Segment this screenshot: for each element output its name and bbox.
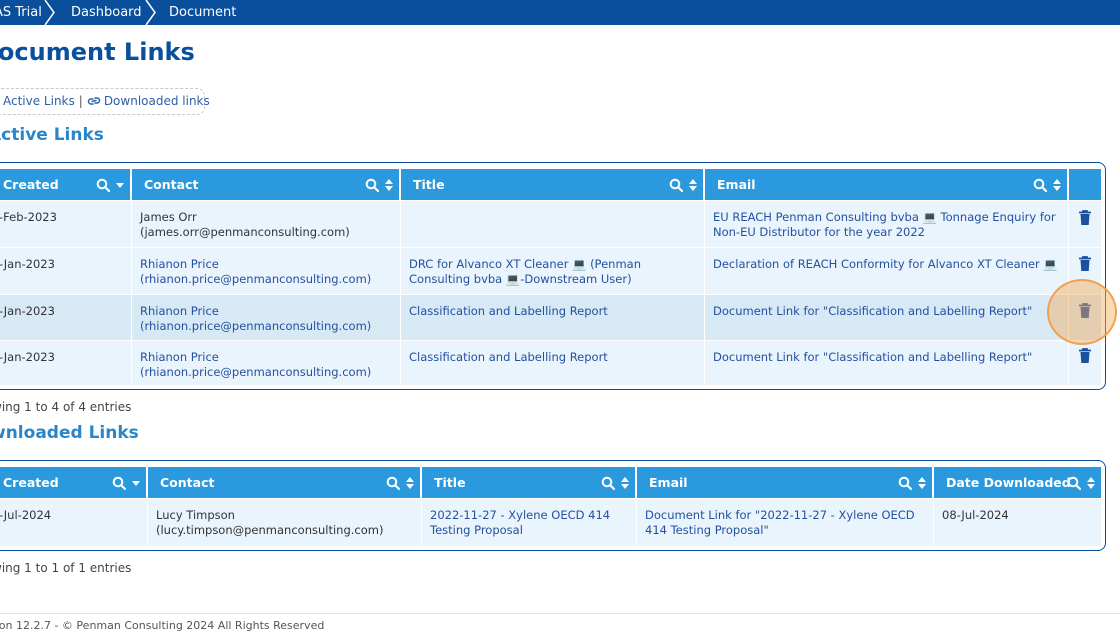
- column-header-contact[interactable]: Contact: [132, 169, 399, 200]
- cell-created: -Jan-2023: [0, 257, 55, 271]
- cell-title[interactable]: 2022-11-27 - Xylene OECD 414 Testing Pro…: [422, 499, 637, 538]
- search-icon[interactable]: [365, 178, 379, 192]
- breadcrumb-item-trial[interactable]: AS Trial: [0, 0, 42, 25]
- search-icon[interactable]: [1067, 476, 1081, 490]
- column-label: Created: [3, 177, 59, 192]
- trash-icon[interactable]: [1078, 348, 1092, 364]
- click-highlight-marker: [1047, 279, 1117, 345]
- search-icon[interactable]: [386, 476, 400, 490]
- column-label: Email: [649, 475, 688, 490]
- search-icon[interactable]: [898, 476, 912, 490]
- sort-icon[interactable]: [1087, 476, 1095, 489]
- search-icon[interactable]: [669, 178, 683, 192]
- filter-downloaded-links[interactable]: Downloaded links: [104, 94, 210, 108]
- sort-down-icon[interactable]: [132, 477, 140, 489]
- cell-title[interactable]: Classification and Labelling Report: [401, 341, 705, 365]
- column-divider: [636, 499, 637, 546]
- breadcrumb-item-document: Document: [169, 5, 237, 20]
- column-divider: [147, 499, 148, 546]
- cell-created: -Jul-2024: [0, 508, 52, 522]
- sort-icon[interactable]: [1053, 178, 1061, 191]
- link-filter-group: Active Links | Downloaded links: [0, 88, 210, 115]
- table-row: -Jan-2023 Rhianon Price (rhianon.price@p…: [0, 341, 1101, 385]
- search-icon[interactable]: [1033, 178, 1047, 192]
- table-row: -Jan-2023 Rhianon Price (rhianon.price@p…: [0, 295, 1101, 340]
- cell-email[interactable]: Declaration of REACH Conformity for Alva…: [705, 248, 1069, 272]
- cell-title[interactable]: [401, 201, 705, 210]
- cell-contact[interactable]: Rhianon Price (rhianon.price@penmanconsu…: [132, 341, 401, 380]
- column-label: Date Downloaded: [946, 475, 1071, 490]
- column-header-title[interactable]: Title: [422, 467, 635, 498]
- column-divider: [400, 201, 401, 385]
- column-label: Title: [434, 475, 466, 490]
- column-divider: [704, 201, 705, 385]
- column-label: Contact: [144, 177, 199, 192]
- link-icon: [87, 97, 101, 105]
- cell-created: -Jan-2023: [0, 304, 55, 318]
- chevron-right-icon: [145, 0, 156, 25]
- sort-down-icon[interactable]: [116, 179, 124, 191]
- cell-title[interactable]: DRC for Alvanco XT Cleaner 💻 (Penman Con…: [401, 248, 705, 287]
- sort-icon[interactable]: [621, 476, 629, 489]
- sort-icon[interactable]: [918, 476, 926, 489]
- cell-email[interactable]: EU REACH Penman Consulting bvba 💻 Tonnag…: [705, 201, 1069, 240]
- column-header-email[interactable]: Email: [637, 467, 932, 498]
- top-breadcrumb-bar: AS Trial Dashboard Document: [0, 0, 1120, 25]
- cell-created: -Jan-2023: [0, 350, 55, 364]
- table-row: -Jul-2024 Lucy Timpson (lucy.timpson@pen…: [0, 499, 1101, 546]
- downloaded-table-info: wing 1 to 1 of 1 entries: [0, 561, 132, 575]
- column-header-created[interactable]: Created: [0, 467, 146, 498]
- column-header-email[interactable]: Email: [705, 169, 1067, 200]
- column-label: Title: [413, 177, 445, 192]
- cell-email[interactable]: Document Link for "Classification and La…: [705, 341, 1069, 365]
- breadcrumb-item-dashboard[interactable]: Dashboard: [71, 0, 142, 25]
- cell-contact[interactable]: Rhianon Price (rhianon.price@penmanconsu…: [132, 248, 401, 287]
- search-icon[interactable]: [96, 178, 110, 192]
- active-links-heading: Active Links: [0, 125, 104, 145]
- search-icon[interactable]: [112, 476, 126, 490]
- column-divider: [131, 201, 132, 385]
- page-title: Document Links: [0, 38, 195, 66]
- cell-contact: James Orr (james.orr@penmanconsulting.co…: [140, 210, 350, 239]
- cell-email[interactable]: Document Link for "Classification and La…: [705, 295, 1069, 319]
- sort-icon[interactable]: [406, 476, 414, 489]
- cell-contact: Lucy Timpson (lucy.timpson@penmanconsult…: [156, 508, 384, 537]
- chevron-right-icon: [44, 0, 55, 25]
- column-header-actions: [1069, 169, 1101, 200]
- active-table-info: wing 1 to 4 of 4 entries: [0, 400, 132, 414]
- column-header-contact[interactable]: Contact: [148, 467, 420, 498]
- column-header-title[interactable]: Title: [401, 169, 703, 200]
- filter-active-links[interactable]: Active Links: [3, 94, 75, 108]
- column-header-date-downloaded[interactable]: Date Downloaded: [934, 467, 1101, 498]
- table-row: -Jan-2023 Rhianon Price (rhianon.price@p…: [0, 248, 1101, 294]
- cell-contact[interactable]: Rhianon Price (rhianon.price@penmanconsu…: [132, 295, 401, 334]
- trash-icon[interactable]: [1078, 210, 1092, 226]
- search-icon[interactable]: [601, 476, 615, 490]
- column-label: Contact: [160, 475, 215, 490]
- sort-icon[interactable]: [689, 178, 697, 191]
- active-links-table: Created Contact Title Email -Feb-2023 Ja…: [0, 162, 1106, 390]
- table-row: -Feb-2023 James Orr (james.orr@penmancon…: [0, 201, 1101, 247]
- cell-date-downloaded: 08-Jul-2024: [942, 508, 1009, 522]
- cell-email[interactable]: Document Link for "2022-11-27 - Xylene O…: [637, 499, 934, 538]
- cell-created: -Feb-2023: [0, 210, 57, 224]
- column-divider: [933, 499, 934, 546]
- footer-divider: [0, 613, 1120, 614]
- column-label: Created: [3, 475, 59, 490]
- column-label: Email: [717, 177, 756, 192]
- trash-icon[interactable]: [1078, 256, 1092, 272]
- filter-separator: |: [78, 94, 83, 108]
- cell-title[interactable]: Classification and Labelling Report: [401, 295, 705, 319]
- sort-icon[interactable]: [385, 178, 393, 191]
- column-header-created[interactable]: Created: [0, 169, 130, 200]
- downloaded-links-table: Created Contact Title Email Date Downloa…: [0, 460, 1106, 551]
- column-divider: [421, 499, 422, 546]
- downloaded-links-heading: wnloaded Links: [0, 423, 139, 443]
